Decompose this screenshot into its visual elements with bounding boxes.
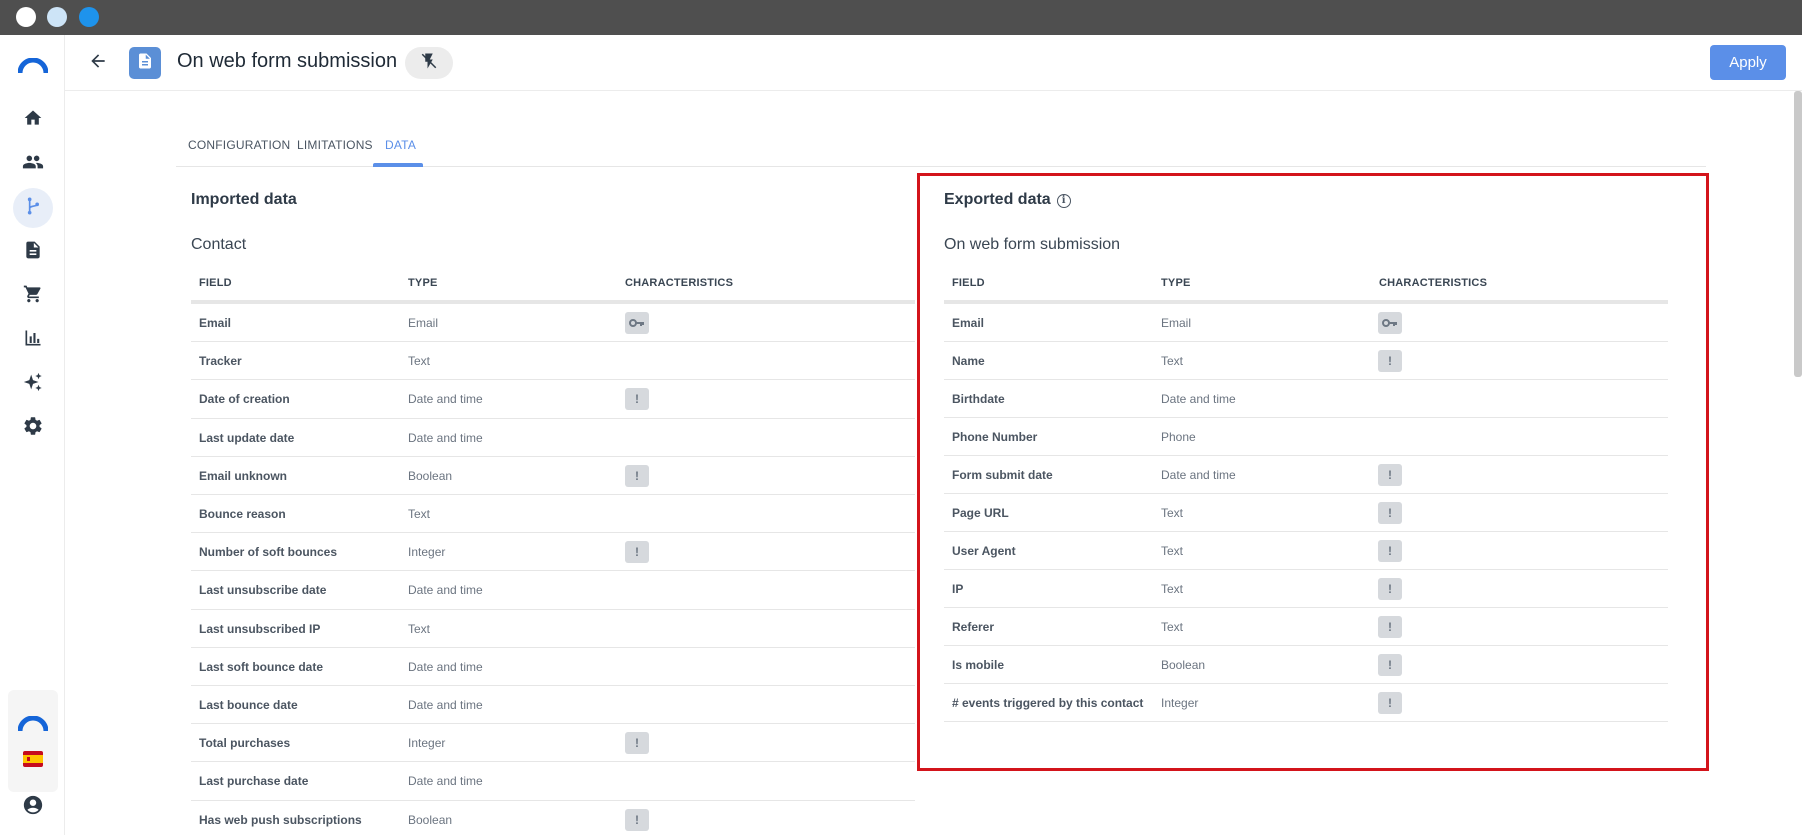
logo-icon[interactable] [13, 46, 53, 86]
imported-table-row: Last unsubscribe date Date and time [191, 571, 915, 610]
imported-table-row: Has web push subscriptions Boolean! [191, 801, 915, 835]
imported-col-characteristics: CHARACTERISTICS [625, 277, 734, 289]
sidebar-item-statistics[interactable] [13, 320, 53, 360]
field-type: Boolean [408, 812, 453, 827]
sidebar-item-documents[interactable] [13, 232, 53, 272]
required-badge: ! [625, 808, 649, 831]
field-type: Text [408, 507, 431, 521]
sidebar-item-home[interactable] [13, 100, 53, 140]
window-titlebar [0, 0, 1802, 35]
spain-flag-icon[interactable] [13, 739, 53, 779]
arrow-left-icon [88, 51, 108, 76]
sidebar-item-workflows[interactable] [13, 188, 53, 228]
imported-table-row: Last update date Date and time [191, 419, 915, 457]
field-type: Date and time [408, 583, 483, 598]
imported-entity-name: Contact [191, 236, 247, 253]
field-name: Tracker [199, 354, 242, 369]
stats-icon [23, 328, 43, 353]
field-name: Email [199, 316, 232, 330]
workflow-icon [23, 196, 43, 221]
imported-table-row: Last bounce date Date and time [191, 686, 915, 725]
imported-table-row: Last unsubscribed IP Text [191, 610, 915, 648]
tab-bar: CONFIGURATION LIMITATIONS DATA [176, 91, 1706, 167]
window-minimize-dot[interactable] [47, 7, 67, 27]
sidebar-item-ai[interactable] [13, 364, 53, 404]
document-icon [23, 240, 43, 265]
page-scrollbar[interactable] [1794, 91, 1802, 377]
imported-table-row: Last purchase date Date and time [191, 762, 915, 801]
field-name: Last unsubscribed IP [199, 621, 321, 636]
flash-off-icon [420, 52, 438, 75]
field-type: Date and time [408, 698, 483, 712]
required-badge: ! [625, 464, 649, 487]
apply-button[interactable]: Apply [1710, 45, 1786, 80]
contacts-icon [22, 151, 44, 178]
imported-data-title: Imported data [191, 191, 297, 208]
field-name: Email unknown [199, 468, 288, 483]
field-name: Date of creation [199, 392, 290, 407]
field-type: Date and time [408, 774, 483, 789]
imported-table-row: Email unknown Boolean! [191, 457, 915, 495]
required-badge: ! [625, 388, 649, 411]
key-icon [625, 312, 649, 334]
imported-table-row: Last soft bounce date Date and time [191, 648, 915, 686]
document-icon [136, 52, 154, 75]
window-close-dot[interactable] [16, 7, 36, 27]
required-badge: ! [625, 541, 649, 564]
imported-table-row: Date of creation Date and time! [191, 380, 915, 419]
field-name: Has web push subscriptions [199, 812, 362, 827]
field-name: Number of soft bounces [199, 545, 338, 560]
account-icon[interactable] [13, 785, 53, 825]
active-tab-indicator [373, 163, 423, 167]
page-header: On web form submission Apply [65, 35, 1802, 91]
field-type: Date and time [408, 392, 483, 407]
imported-table-row: Bounce reason Text [191, 495, 915, 534]
imported-table-row: Total purchases Integer! [191, 724, 915, 763]
trigger-toggle-button[interactable] [405, 47, 453, 79]
field-name: Last update date [199, 430, 295, 445]
field-type: Date and time [408, 430, 483, 445]
page-title: On web form submission [177, 50, 398, 72]
tab-data[interactable]: DATA [385, 138, 416, 152]
field-type: Text [408, 354, 431, 369]
imported-table-row: Tracker Text [191, 342, 915, 381]
field-name: Last unsubscribe date [199, 583, 327, 598]
document-badge [129, 47, 161, 79]
field-name: Last soft bounce date [199, 659, 324, 674]
sparkle-icon [22, 371, 44, 398]
tab-configuration[interactable]: CONFIGURATION [188, 138, 290, 152]
field-type: Text [408, 621, 431, 636]
imported-col-field: FIELD [199, 277, 232, 289]
imported-table-row: Number of soft bounces Integer! [191, 533, 915, 572]
field-type: Email [408, 316, 439, 330]
field-type: Date and time [408, 659, 483, 674]
home-icon [23, 108, 43, 133]
field-name: Last bounce date [199, 698, 298, 712]
back-button[interactable] [85, 50, 111, 76]
sidebar [0, 35, 65, 835]
sidebar-item-settings[interactable] [13, 408, 53, 448]
field-name: Last purchase date [199, 774, 309, 789]
cart-icon [23, 284, 43, 309]
imported-table-row: Email Email [191, 304, 915, 343]
field-name: Bounce reason [199, 507, 286, 521]
sidebar-item-commerce[interactable] [13, 276, 53, 316]
field-type: Boolean [408, 468, 453, 483]
tab-limitations[interactable]: LIMITATIONS [297, 138, 373, 152]
required-badge: ! [625, 732, 649, 755]
gear-icon [22, 415, 44, 442]
imported-col-type: TYPE [408, 277, 438, 289]
exported-data-highlight-box [917, 173, 1709, 771]
logo-icon[interactable] [13, 704, 53, 744]
sidebar-item-contacts[interactable] [13, 144, 53, 184]
window-maximize-dot[interactable] [79, 7, 99, 27]
field-name: Total purchases [199, 736, 291, 751]
field-type: Integer [408, 736, 446, 751]
field-type: Integer [408, 545, 446, 560]
